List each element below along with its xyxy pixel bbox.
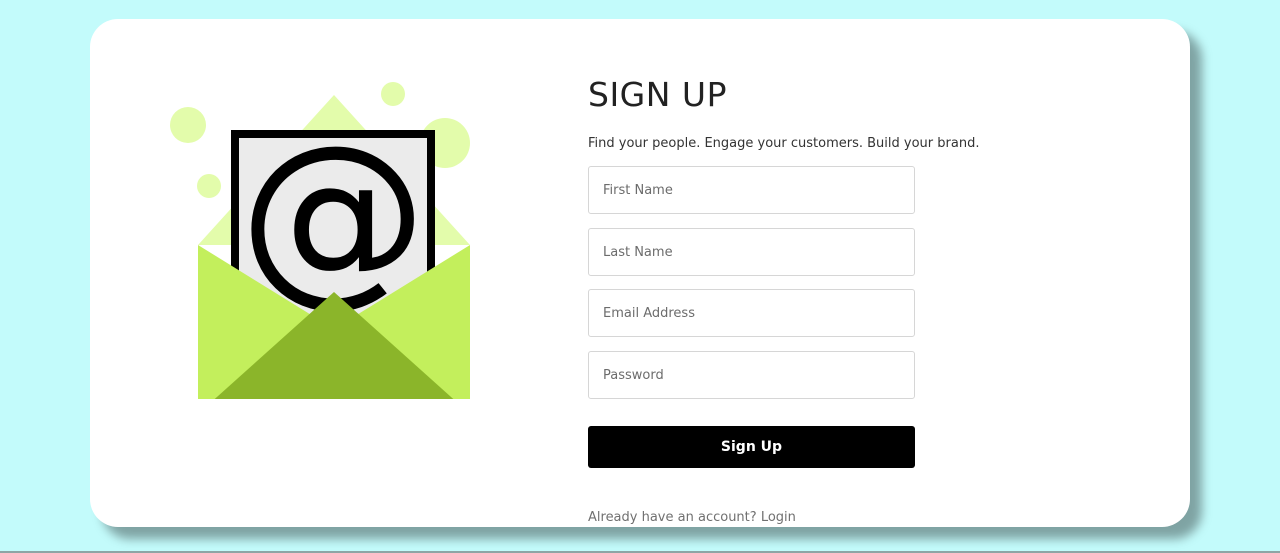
signup-subtitle: Find your people. Engage your customers.… <box>588 136 980 151</box>
envelope-at-icon: @ <box>170 82 470 399</box>
first-name-field[interactable] <box>588 166 915 214</box>
email-field[interactable] <box>588 289 915 337</box>
last-name-field[interactable] <box>588 228 915 276</box>
bubble-decoration <box>197 174 221 198</box>
login-link[interactable]: Login <box>761 510 796 525</box>
login-prompt: Already have an account? <box>588 510 757 525</box>
signup-card: @ SIGN UP Find your people. Engage your … <box>90 19 1190 527</box>
bubble-decoration <box>381 82 405 106</box>
sign-up-button[interactable]: Sign Up <box>588 426 915 468</box>
bubble-decoration <box>170 107 206 143</box>
login-prompt-line: Already have an account? Login <box>588 510 796 525</box>
page-title: SIGN UP <box>588 75 727 114</box>
signup-form: SIGN UP Find your people. Engage your cu… <box>588 19 1068 527</box>
password-field[interactable] <box>588 351 915 399</box>
